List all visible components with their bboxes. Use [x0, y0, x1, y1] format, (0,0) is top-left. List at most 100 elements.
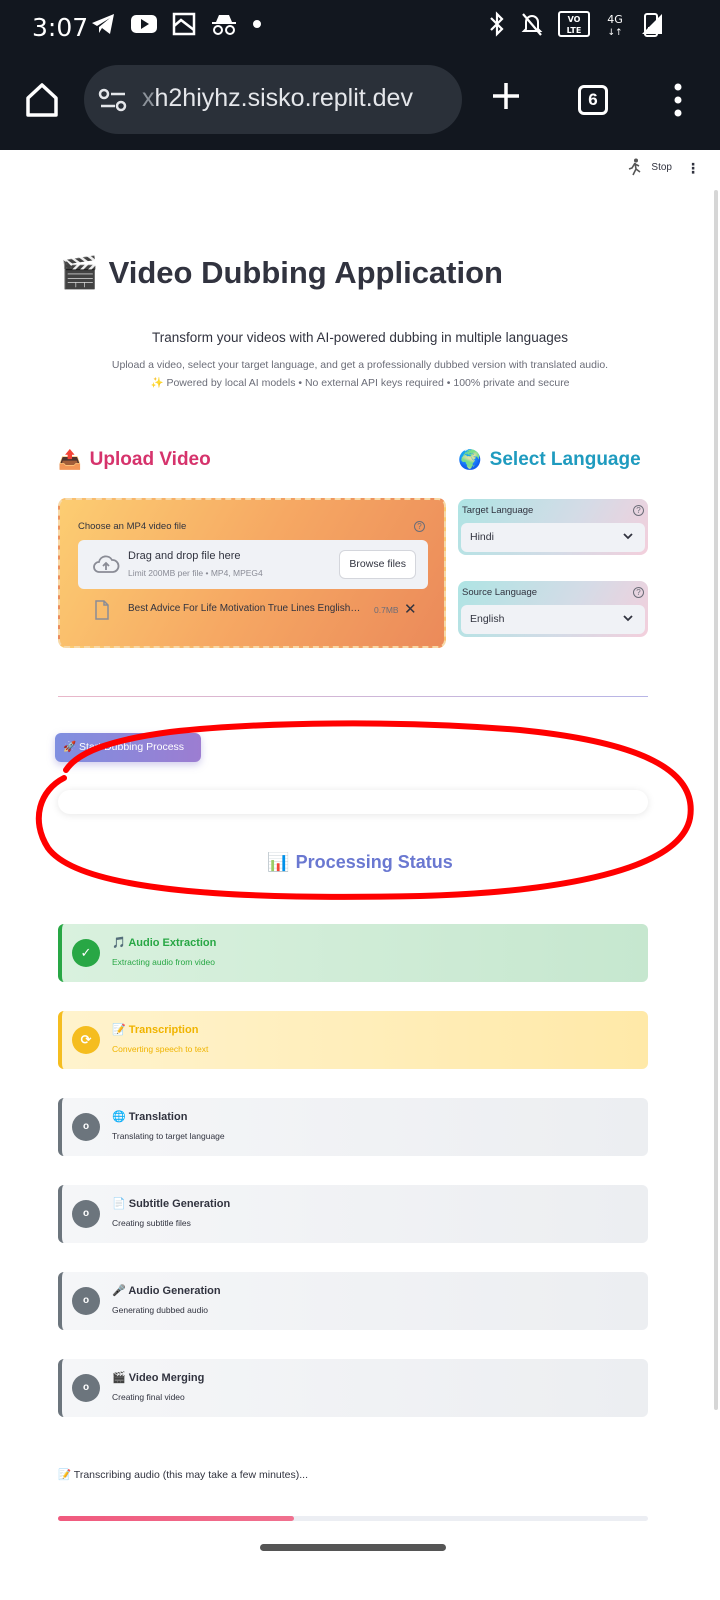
site-settings-icon[interactable]: [98, 87, 128, 113]
page-features: ✨ Powered by local AI models • No extern…: [150, 377, 570, 389]
volte-icon: VO LTE: [558, 11, 590, 37]
url-text[interactable]: xh2hiyhz.sisko.replit.dev: [142, 84, 413, 113]
stop-button[interactable]: Stop: [651, 162, 672, 173]
dropzone[interactable]: Drag and drop file here Limit 200MB per …: [78, 540, 428, 589]
progress-bar: [58, 1516, 648, 1521]
file-uploader: Choose an MP4 video file ? Drag and drop…: [58, 498, 446, 648]
upload-heading-text: Upload Video: [89, 449, 211, 470]
step-description: Converting speech to text: [112, 1044, 209, 1054]
processing-heading: 📊 Processing Status: [0, 852, 720, 873]
progress-bar-fill: [58, 1516, 294, 1521]
target-language-select[interactable]: Hindi: [461, 523, 645, 552]
chevron-down-icon: [623, 615, 633, 622]
section-divider: [58, 696, 648, 697]
dot-icon: [253, 20, 261, 28]
pending-icon: o: [72, 1374, 100, 1402]
step-description: Creating final video: [112, 1392, 185, 1402]
language-heading-text: Select Language: [489, 449, 641, 470]
help-icon[interactable]: ?: [633, 587, 644, 598]
scrollbar[interactable]: [714, 190, 718, 1410]
gesture-bar[interactable]: [260, 1544, 446, 1551]
step-title: 🎤 Audio Generation: [112, 1285, 221, 1297]
progress-message: 📝 Transcribing audio (this may take a fe…: [58, 1469, 309, 1481]
page-title: 🎬 Video Dubbing Application: [60, 254, 503, 291]
dropzone-limit: Limit 200MB per file • MP4, MPEG4: [128, 568, 263, 578]
svg-text:VO: VO: [568, 15, 581, 24]
step-title: 📝 Transcription: [112, 1024, 199, 1036]
step-title: 🎬 Video Merging: [112, 1372, 205, 1384]
page-subtitle: Transform your videos with AI-powered du…: [152, 330, 568, 345]
step-audio-extraction: ✓ 🎵 Audio Extraction Extracting audio fr…: [58, 924, 648, 982]
step-title: 🌐 Translation: [112, 1111, 188, 1123]
file-name: Best Advice For Life Motivation True Lin…: [128, 603, 361, 614]
new-tab-icon[interactable]: [490, 80, 522, 112]
network-4g-icon: 4G ↓↑: [607, 13, 623, 37]
target-language-label: Target Language: [462, 505, 534, 516]
step-translation: o 🌐 Translation Translating to target la…: [58, 1098, 648, 1156]
more-options-icon[interactable]: [672, 82, 684, 118]
battery-icon: [644, 13, 658, 37]
start-dubbing-button[interactable]: 🚀 Start Dubbing Process: [55, 733, 201, 762]
telegram-icon: [92, 14, 114, 34]
step-audio-generation: o 🎤 Audio Generation Generating dubbed a…: [58, 1272, 648, 1330]
pending-icon: o: [72, 1200, 100, 1228]
source-language-label: Source Language: [462, 587, 538, 598]
system-icons: VO LTE 4G ↓↑: [488, 11, 664, 37]
processing-heading-text: Processing Status: [295, 852, 453, 872]
step-title: 📄 Subtitle Generation: [112, 1198, 231, 1210]
spinner-icon: ⟳: [72, 1026, 100, 1054]
dropzone-title: Drag and drop file here: [128, 550, 241, 562]
step-description: Generating dubbed audio: [112, 1305, 208, 1315]
page-title-text: Video Dubbing Application: [108, 254, 503, 290]
step-subtitle-generation: o 📄 Subtitle Generation Creating subtitl…: [58, 1185, 648, 1243]
home-icon[interactable]: [22, 80, 62, 120]
cloud-upload-icon: [93, 555, 120, 573]
source-language-card: Source Language ? English: [458, 581, 648, 637]
bluetooth-icon: [490, 11, 504, 37]
main-menu-icon[interactable]: ⋮: [686, 160, 700, 177]
notification-icons: [90, 12, 262, 36]
target-language-card: Target Language ? Hindi: [458, 499, 648, 555]
address-bar[interactable]: xh2hiyhz.sisko.replit.dev: [84, 65, 462, 134]
running-man-icon: [629, 158, 641, 176]
bar-chart-icon: 📊: [267, 852, 290, 872]
step-description: Extracting audio from video: [112, 957, 215, 967]
empty-status-container: [58, 790, 648, 814]
status-time: 3:07: [32, 13, 89, 42]
tab-switcher-button[interactable]: 6: [578, 85, 608, 115]
file-icon: [95, 600, 109, 620]
url-host: h2hiyhz.sisko.replit.dev: [154, 84, 413, 112]
step-title: 🎵 Audio Extraction: [112, 937, 217, 949]
help-icon[interactable]: ?: [414, 521, 425, 532]
target-language-value: Hindi: [470, 531, 494, 543]
language-heading: 🌍 Select Language: [458, 448, 641, 472]
globe-icon: 🌍: [458, 450, 482, 471]
help-icon[interactable]: ?: [633, 505, 644, 516]
svg-text:4G: 4G: [607, 13, 623, 26]
youtube-icon: [131, 15, 157, 33]
status-bar: 3:07 VO LTE 4G ↓↑: [0, 0, 720, 52]
upload-heading: 📤 Upload Video: [58, 448, 211, 472]
app-page: Stop ⋮ 🎬 Video Dubbing Application Trans…: [0, 150, 720, 1600]
step-description: Creating subtitle files: [112, 1218, 191, 1228]
svg-text:LTE: LTE: [567, 26, 582, 35]
pending-icon: o: [72, 1113, 100, 1141]
step-video-merging: o 🎬 Video Merging Creating final video: [58, 1359, 648, 1417]
step-transcription: ⟳ 📝 Transcription Converting speech to t…: [58, 1011, 648, 1069]
source-language-value: English: [470, 613, 505, 625]
gallery-icon: [172, 12, 196, 36]
chevron-down-icon: [623, 533, 633, 540]
running-indicator[interactable]: Stop: [627, 158, 672, 176]
mute-bell-icon: [521, 13, 543, 36]
uploader-label: Choose an MP4 video file: [78, 521, 187, 532]
url-prefix: x: [142, 84, 155, 112]
svg-text:↓↑: ↓↑: [607, 28, 622, 37]
outbox-icon: 📤: [58, 450, 82, 471]
uploaded-file: Best Advice For Life Motivation True Lin…: [78, 598, 428, 622]
browse-files-button[interactable]: Browse files: [339, 550, 416, 579]
file-size: 0.7MB: [374, 605, 399, 615]
page-description: Upload a video, select your target langu…: [111, 359, 609, 371]
source-language-select[interactable]: English: [461, 605, 645, 634]
remove-file-icon[interactable]: ✕: [404, 600, 417, 618]
browser-toolbar: xh2hiyhz.sisko.replit.dev 6: [0, 52, 720, 150]
